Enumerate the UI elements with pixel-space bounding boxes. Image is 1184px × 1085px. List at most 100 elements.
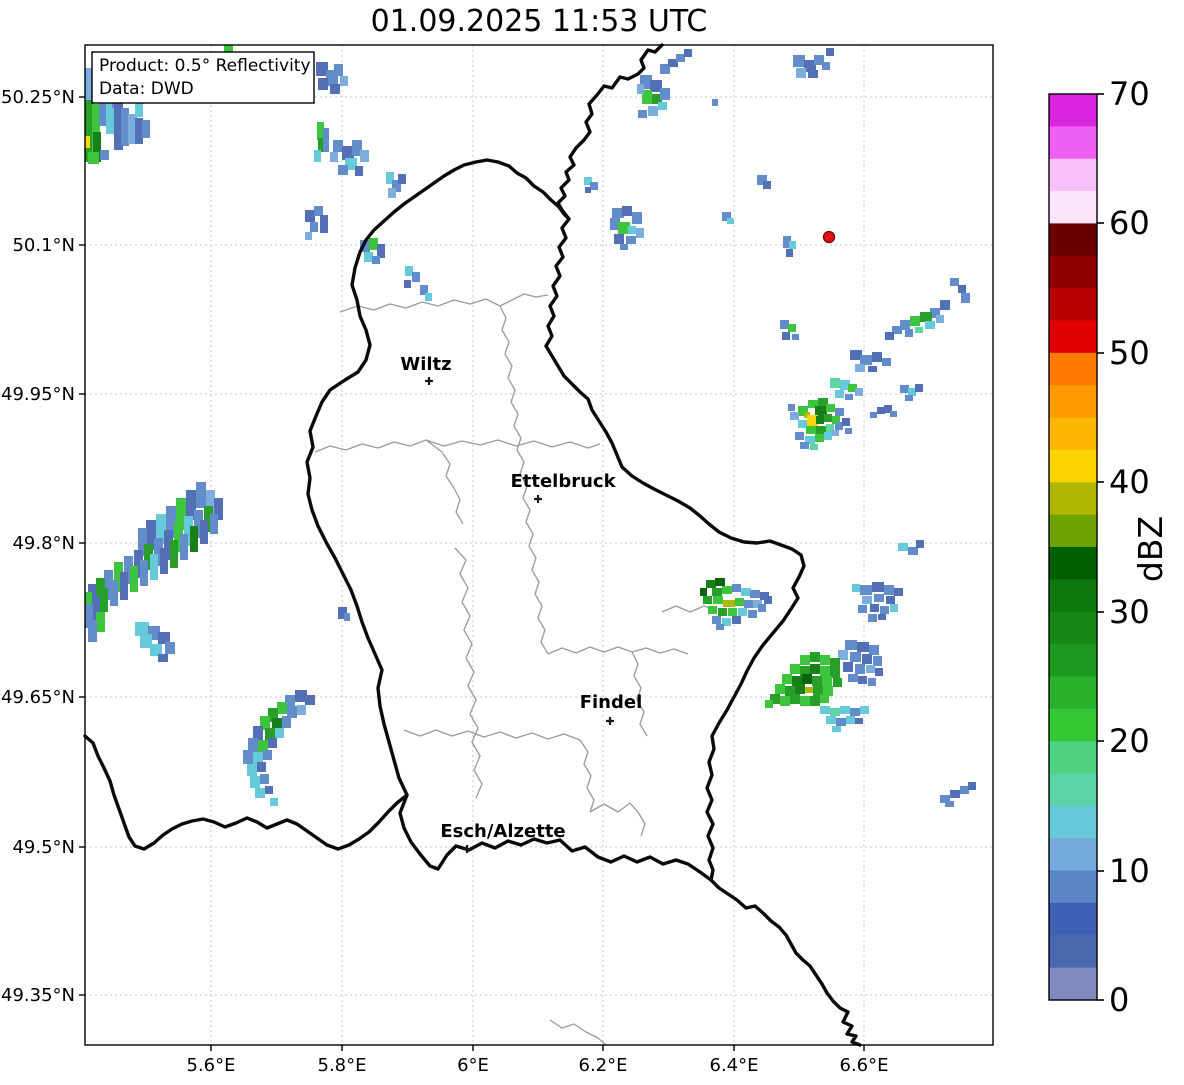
lat-tick-label: 49.65°N xyxy=(1,687,75,708)
radar-cell xyxy=(758,604,766,612)
radar-cell xyxy=(364,252,373,262)
radar-cell xyxy=(121,108,129,146)
colorbar-band xyxy=(1049,903,1097,936)
radar-cell xyxy=(782,674,792,684)
radar-site-marker xyxy=(824,232,835,243)
radar-cell xyxy=(916,540,924,548)
colorbar-tick-label: 70 xyxy=(1109,75,1150,113)
radar-cell xyxy=(795,684,805,694)
radar-cell xyxy=(268,738,277,748)
radar-cell xyxy=(355,166,363,176)
colorbar-tick-label: 0 xyxy=(1109,981,1129,1019)
radar-cell xyxy=(796,68,806,78)
radar-cell xyxy=(845,640,857,650)
radar-cell xyxy=(835,390,844,398)
colorbar-band xyxy=(1049,515,1097,548)
radar-cell xyxy=(905,329,913,337)
colorbar-band xyxy=(1049,838,1097,871)
colorbar-tick-label: 60 xyxy=(1109,204,1150,242)
colorbar-band xyxy=(1049,935,1097,968)
radar-cell xyxy=(338,165,348,175)
radar-cell xyxy=(868,366,877,372)
radar-cell xyxy=(826,48,834,56)
radar-cell xyxy=(265,786,273,794)
radar-cell xyxy=(842,418,850,426)
radar-cell xyxy=(723,600,735,607)
radar-cell xyxy=(855,364,865,372)
radar-cell xyxy=(305,210,315,222)
lon-tick-label: 6.2°E xyxy=(579,1055,628,1076)
city-label: Wiltz xyxy=(400,354,451,375)
radar-cell xyxy=(334,64,343,76)
radar-cell xyxy=(830,378,840,388)
radar-cell xyxy=(900,385,909,393)
radar-cell xyxy=(832,430,839,436)
radar-cell xyxy=(340,76,348,86)
radar-cell xyxy=(910,316,920,326)
radar-cell xyxy=(718,608,727,616)
radar-cell xyxy=(873,656,882,666)
radar-cell xyxy=(908,547,918,555)
radar-cell xyxy=(741,588,751,596)
radar-cell xyxy=(780,320,789,329)
info-product: Product: 0.5° Reflectivity xyxy=(99,56,311,76)
radar-cell xyxy=(712,99,718,106)
radar-cell xyxy=(790,664,800,674)
radar-cell xyxy=(908,388,916,396)
radar-cell xyxy=(158,654,168,662)
radar-cell xyxy=(852,584,860,592)
radar-cell xyxy=(305,695,315,705)
radar-cell xyxy=(317,122,324,140)
radar-cell xyxy=(165,642,175,654)
radar-cell xyxy=(958,285,966,293)
radar-cell xyxy=(318,78,328,90)
radar-cell xyxy=(722,586,732,594)
radar-cell xyxy=(775,684,785,694)
radar-cell xyxy=(684,49,692,57)
radar-cell xyxy=(920,312,932,322)
radar-cell xyxy=(275,728,284,738)
radar-screenshot: WiltzEttelbruckFindelEsch/Alzette 50.25°… xyxy=(0,0,1184,1081)
radar-cell xyxy=(945,801,954,807)
radar-cell xyxy=(822,62,830,70)
radar-cell xyxy=(815,434,824,442)
radar-cell xyxy=(872,582,884,592)
radar-cell xyxy=(369,238,378,250)
radar-cell xyxy=(210,514,218,534)
radar-cell xyxy=(728,608,737,616)
radar-cell xyxy=(160,548,168,574)
lon-tick-label: 5.8°E xyxy=(318,1055,367,1076)
radar-cell xyxy=(277,702,287,714)
radar-cell xyxy=(885,332,894,340)
radar-cell xyxy=(800,655,810,665)
radar-cell xyxy=(936,315,944,323)
colorbar-tick-label: 20 xyxy=(1109,722,1150,760)
radar-cell xyxy=(140,560,148,586)
radar-cell xyxy=(88,152,99,164)
radar-cell xyxy=(344,613,350,621)
radar-cell xyxy=(700,588,707,596)
colorbar-band xyxy=(1049,741,1097,774)
radar-cell xyxy=(620,244,628,250)
colorbar-band xyxy=(1049,191,1097,224)
radar-cell xyxy=(870,412,877,418)
radar-cell xyxy=(848,674,858,682)
radar-cell xyxy=(626,236,636,244)
radar-cell xyxy=(822,676,832,686)
radar-cell xyxy=(798,420,807,428)
radar-cell xyxy=(877,407,885,414)
radar-cell xyxy=(915,327,923,333)
radar-cell xyxy=(706,580,716,588)
radar-cell xyxy=(100,150,109,160)
radar-cell xyxy=(660,88,670,100)
radar-cell xyxy=(940,300,950,310)
radar-cell xyxy=(263,750,272,760)
radar-cell xyxy=(790,412,799,420)
colorbar-band xyxy=(1049,774,1097,807)
radar-cell xyxy=(860,355,872,365)
radar-cell xyxy=(961,293,970,303)
colorbar-band xyxy=(1049,547,1097,580)
radar-cell xyxy=(833,678,842,687)
radar-cell xyxy=(835,408,844,416)
radar-cell xyxy=(868,614,877,622)
